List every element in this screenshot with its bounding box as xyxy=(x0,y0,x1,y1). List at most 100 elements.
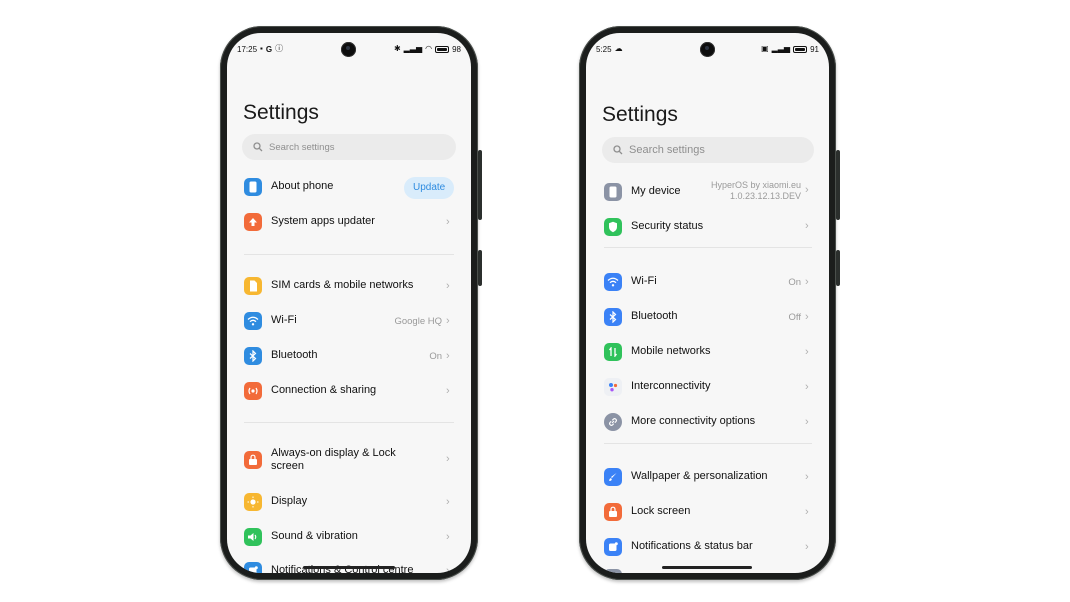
wifi-icon xyxy=(604,273,622,291)
chevron-right-icon: › xyxy=(446,280,450,292)
home-indicator[interactable] xyxy=(662,566,752,569)
chevron-right-icon: › xyxy=(805,220,809,232)
sound-label: Sound & vibration xyxy=(271,530,358,543)
chevron-right-icon: › xyxy=(446,531,450,543)
settings-item-wifi[interactable]: Wi-Fi xyxy=(244,312,297,330)
bluetooth-value: Off xyxy=(788,312,802,323)
volume-button xyxy=(478,150,482,220)
connection-icon xyxy=(244,382,262,400)
wifi-status-icon: ◠ xyxy=(425,44,433,53)
settings-item-sound[interactable]: Sound & vibration xyxy=(244,528,358,546)
settings-item-security-status[interactable]: Security status xyxy=(604,218,703,236)
divider xyxy=(244,422,454,423)
page-title: Settings xyxy=(602,103,678,126)
left-phone: 17:25 ▪ G ⓘ ✱ ▂▃▅ ◠ 98 Settings Search s… xyxy=(220,26,482,580)
chevron-right-icon: › xyxy=(805,311,809,323)
settings-item-more-connectivity[interactable]: More connectivity options xyxy=(604,413,755,431)
sun-icon xyxy=(244,493,262,511)
notification-icon xyxy=(244,562,262,573)
bluetooth-label: Bluetooth xyxy=(631,310,678,323)
power-button xyxy=(478,250,482,286)
settings-item-connection-sharing[interactable]: Connection & sharing xyxy=(244,382,376,400)
status-time: 17:25 xyxy=(237,44,258,54)
update-button[interactable]: Update xyxy=(404,177,455,199)
my-device-label: My device xyxy=(631,185,681,198)
right-screen: 5:25 ☁ ▣ ▂▃▅ 91 Settings Search settings… xyxy=(586,33,829,573)
chevron-right-icon: › xyxy=(446,385,450,397)
bluetooth-value: On xyxy=(429,351,442,362)
search-placeholder: Search settings xyxy=(629,144,705,156)
right-phone: 5:25 ☁ ▣ ▂▃▅ 91 Settings Search settings… xyxy=(579,26,840,580)
chevron-right-icon: › xyxy=(805,541,809,553)
settings-item-system-apps-updater[interactable]: System apps updater xyxy=(244,213,375,231)
volume-button xyxy=(836,150,840,220)
settings-item-about-phone[interactable]: About phone xyxy=(244,178,333,196)
page-title: Settings xyxy=(243,101,319,124)
settings-item-always-on-display[interactable]: Always-on display & Lock screen xyxy=(244,447,401,473)
wifi-value: On xyxy=(788,277,801,288)
settings-item-notifications-status-bar[interactable]: Notifications & status bar xyxy=(604,538,753,556)
chevron-right-icon: › xyxy=(446,315,450,327)
info-icon: ⓘ xyxy=(275,44,284,53)
search-icon xyxy=(253,142,263,152)
chevron-right-icon: › xyxy=(805,276,809,288)
settings-item-bluetooth[interactable]: Bluetooth xyxy=(604,308,677,326)
chevron-right-icon: › xyxy=(805,381,809,393)
interconnectivity-label: Interconnectivity xyxy=(631,380,711,393)
arrow-up-icon xyxy=(244,213,262,231)
os-version-name: HyperOS by xiaomi.eu xyxy=(710,180,801,190)
chevron-right-icon: › xyxy=(805,346,809,358)
settings-item-display[interactable]: Display xyxy=(244,493,307,511)
chevron-right-icon: › xyxy=(446,496,450,508)
connection-sharing-label: Connection & sharing xyxy=(271,384,377,397)
divider xyxy=(604,443,812,444)
mobile-networks-label: Mobile networks xyxy=(631,345,711,358)
sim-cards-label: SIM cards & mobile networks xyxy=(271,279,414,292)
my-device-value: HyperOS by xiaomi.eu 1.0.23.12.13.DEV xyxy=(711,180,801,202)
device-icon xyxy=(604,183,622,201)
lock-icon xyxy=(604,503,622,521)
settings-item-interconnectivity[interactable]: Interconnectivity xyxy=(604,378,710,396)
chevron-right-icon: › xyxy=(805,416,809,428)
left-screen: 17:25 ▪ G ⓘ ✱ ▂▃▅ ◠ 98 Settings Search s… xyxy=(227,33,471,573)
search-input[interactable]: Search settings xyxy=(242,134,456,160)
settings-item-mobile-networks[interactable]: Mobile networks xyxy=(604,343,710,361)
settings-item-my-device[interactable]: My device xyxy=(604,183,681,201)
interconnectivity-icon xyxy=(604,378,622,396)
divider xyxy=(604,247,812,248)
sim-card-icon xyxy=(244,277,262,295)
notifications-status-bar-label: Notifications & status bar xyxy=(631,540,753,553)
search-input[interactable]: Search settings xyxy=(602,137,814,163)
system-apps-updater-label: System apps updater xyxy=(271,215,375,228)
cloud-icon: ☁ xyxy=(614,44,623,53)
shield-icon xyxy=(604,218,622,236)
wifi-value: Google HQ xyxy=(394,316,442,327)
mobile-data-icon xyxy=(604,343,622,361)
settings-item-bluetooth[interactable]: Bluetooth xyxy=(244,347,317,365)
security-status-label: Security status xyxy=(631,220,704,233)
partial-item-icon xyxy=(604,569,622,573)
chevron-right-icon: › xyxy=(446,565,450,573)
settings-item-sim-cards[interactable]: SIM cards & mobile networks xyxy=(244,277,413,295)
bluetooth-label: Bluetooth xyxy=(271,349,318,362)
settings-item-lock-screen[interactable]: Lock screen xyxy=(604,503,690,521)
settings-item-wifi[interactable]: Wi-Fi xyxy=(604,273,657,291)
phone-icon xyxy=(244,178,262,196)
google-icon: G xyxy=(265,44,273,54)
signal-icon: ▂▃▅ xyxy=(403,44,423,53)
wifi-icon xyxy=(244,312,262,330)
chevron-right-icon: › xyxy=(805,471,809,483)
wifi-label: Wi-Fi xyxy=(271,314,297,327)
settings-item-wallpaper[interactable]: Wallpaper & personalization xyxy=(604,468,768,486)
battery-level: 91 xyxy=(810,44,819,54)
chevron-right-icon: › xyxy=(446,350,450,362)
lock-screen-label: Lock screen xyxy=(631,505,691,518)
speaker-icon xyxy=(244,528,262,546)
status-time: 5:25 xyxy=(596,44,612,54)
wifi-label: Wi-Fi xyxy=(631,275,657,288)
bluetooth-icon xyxy=(244,347,262,365)
notification-icon xyxy=(604,538,622,556)
home-indicator[interactable] xyxy=(303,566,395,569)
link-icon xyxy=(604,413,622,431)
front-camera xyxy=(700,42,715,57)
